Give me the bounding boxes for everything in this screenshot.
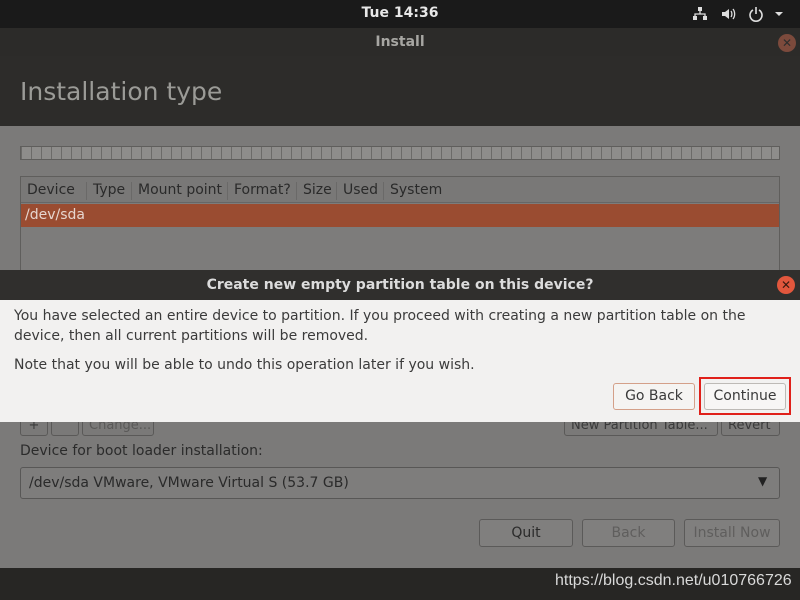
window-titlebar: Install — [0, 28, 800, 56]
column-header[interactable]: Type — [87, 182, 132, 200]
watermark-text: https://blog.csdn.net/u010766726 — [555, 572, 792, 589]
column-header[interactable]: Format? — [228, 182, 297, 200]
partition-bar — [20, 146, 780, 160]
partition-table-header: Device Type Mount point Format? Size Use… — [21, 177, 779, 203]
window-close-icon[interactable]: ✕ — [778, 34, 796, 52]
menu-arrow-icon[interactable] — [771, 4, 787, 24]
dialog-note: Note that you will be able to undo this … — [14, 357, 475, 373]
chevron-down-icon: ▼ — [758, 474, 768, 488]
go-back-button[interactable]: Go Back — [613, 383, 695, 410]
network-icon[interactable] — [690, 4, 710, 24]
column-header[interactable]: Device — [21, 182, 87, 200]
volume-icon[interactable] — [718, 4, 740, 24]
column-header[interactable]: Size — [297, 182, 337, 200]
partition-table: Device Type Mount point Format? Size Use… — [20, 176, 780, 276]
quit-button[interactable]: Quit — [479, 519, 573, 547]
dialog-message: You have selected an entire device to pa… — [14, 308, 746, 344]
page-title: Installation type — [20, 77, 223, 106]
column-header[interactable]: Used — [337, 182, 384, 200]
continue-button[interactable]: Continue — [704, 383, 786, 410]
column-header[interactable]: System — [384, 182, 504, 200]
dialog-close-icon[interactable]: ✕ — [777, 276, 795, 294]
install-now-button[interactable]: Install Now — [684, 519, 780, 547]
bootloader-label: Device for boot loader installation: — [20, 443, 263, 459]
power-icon[interactable] — [746, 4, 766, 24]
clock[interactable]: Tue 14:36 — [0, 5, 800, 21]
bootloader-device-select[interactable]: /dev/sda VMware, VMware Virtual S (53.7 … — [20, 467, 780, 499]
back-button[interactable]: Back — [582, 519, 675, 547]
top-panel: Tue 14:36 — [0, 0, 800, 28]
window-title: Install — [375, 34, 425, 50]
dialog-title: Create new empty partition table on this… — [0, 270, 800, 300]
column-header[interactable]: Mount point — [132, 182, 228, 200]
table-row[interactable]: /dev/sda — [21, 204, 779, 227]
device-cell: /dev/sda — [25, 207, 85, 223]
